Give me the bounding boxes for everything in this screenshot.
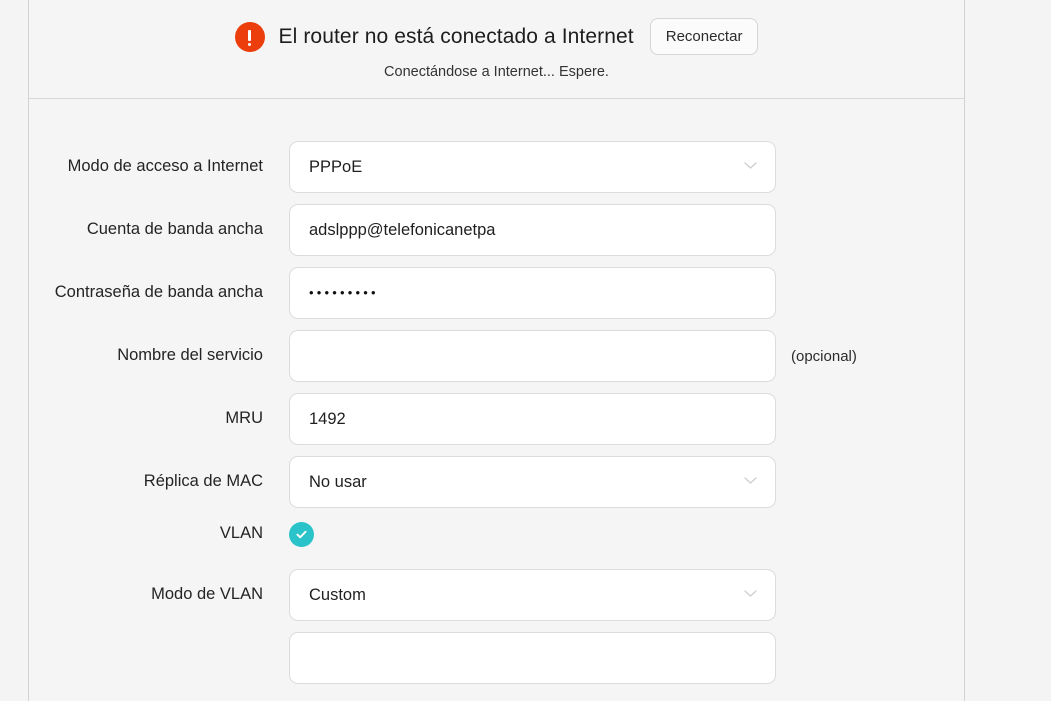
select-vlan-mode[interactable]: Custom <box>289 569 776 621</box>
field-wrap-service-name <box>289 330 776 382</box>
form-row-internet-access-mode: Modo de acceso a Internet PPPoE <box>29 141 964 193</box>
field-wrap-partial-below-fold <box>289 632 776 684</box>
input-service-name[interactable] <box>289 330 776 382</box>
field-wrap-vlan-mode: Custom <box>289 569 776 621</box>
service-name-optional-note: (opcional) <box>791 347 857 365</box>
field-wrap-internet-access-mode: PPPoE <box>289 141 776 193</box>
label-mru: MRU <box>225 409 263 428</box>
form-row-service-name: Nombre del servicio (opcional) <box>29 330 964 382</box>
select-mac-clone[interactable]: No usar <box>289 456 776 508</box>
input-broadband-password[interactable]: ••••••••• <box>289 267 776 319</box>
status-row: El router no está conectado a Internet R… <box>29 0 964 55</box>
content-panel: El router no está conectado a Internet R… <box>28 0 965 701</box>
field-wrap-mac-clone: No usar <box>289 456 776 508</box>
form-row-partial-below-fold <box>29 632 964 684</box>
form-row-broadband-account: Cuenta de banda ancha adslppp@telefonica… <box>29 204 964 256</box>
form-row-mru: MRU 1492 <box>29 393 964 445</box>
vlan-checkbox-checked-icon[interactable] <box>289 521 314 547</box>
field-wrap-mru: 1492 <box>289 393 776 445</box>
connection-status-header: El router no está conectado a Internet R… <box>29 0 964 99</box>
internet-settings-form: Modo de acceso a Internet PPPoE Cuenta d… <box>29 99 964 684</box>
alert-circle-icon <box>234 21 265 52</box>
label-internet-access-mode: Modo de acceso a Internet <box>67 157 263 176</box>
label-broadband-password: Contraseña de banda ancha <box>54 283 263 302</box>
form-row-vlan-mode: Modo de VLAN Custom <box>29 569 964 621</box>
label-broadband-account: Cuenta de banda ancha <box>86 220 263 239</box>
form-row-vlan: VLAN <box>29 519 964 549</box>
password-mask: ••••••••• <box>309 285 379 300</box>
select-internet-access-mode[interactable]: PPPoE <box>289 141 776 193</box>
input-broadband-account[interactable]: adslppp@telefonicanetpa <box>289 204 776 256</box>
input-mru[interactable]: 1492 <box>289 393 776 445</box>
field-wrap-broadband-account: adslppp@telefonicanetpa <box>289 204 776 256</box>
label-vlan: VLAN <box>219 524 263 543</box>
label-vlan-mode: Modo de VLAN <box>151 585 263 604</box>
form-row-mac-clone: Réplica de MAC No usar <box>29 456 964 508</box>
label-mac-clone: Réplica de MAC <box>143 472 263 491</box>
label-service-name: Nombre del servicio <box>117 346 263 365</box>
reconnect-button[interactable]: Reconectar <box>649 18 759 55</box>
connection-status-title: El router no está conectado a Internet <box>278 24 634 48</box>
form-row-broadband-password: Contraseña de banda ancha ••••••••• <box>29 267 964 319</box>
router-config-page: El router no está conectado a Internet R… <box>0 0 1051 701</box>
check-wrap-vlan <box>289 521 776 547</box>
field-wrap-broadband-password: ••••••••• <box>289 267 776 319</box>
input-partial-below-fold[interactable] <box>289 632 776 684</box>
connection-status-subtitle: Conectándose a Internet... Espere. <box>384 64 609 80</box>
